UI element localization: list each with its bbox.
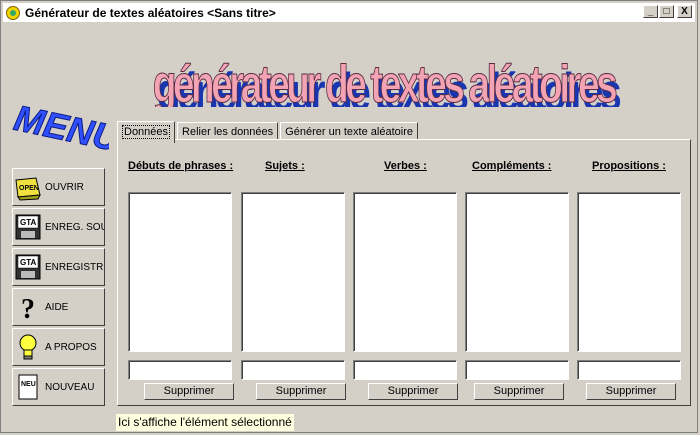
menu-logo-text: MENU <box>11 101 109 159</box>
input-sujets[interactable] <box>241 360 345 380</box>
input-propositions[interactable] <box>577 360 681 380</box>
save-button-label: ENREGISTRER <box>45 261 104 273</box>
new-document-icon: NEU <box>18 374 38 400</box>
delete-button-complements[interactable]: Supprimer <box>474 383 564 400</box>
svg-text:OPEN: OPEN <box>19 185 39 192</box>
app-window: Générateur de textes aléatoires <Sans ti… <box>0 0 698 433</box>
header-verbes: Verbes : <box>384 160 427 172</box>
list-propositions[interactable] <box>577 192 681 352</box>
data-panel: Débuts de phrases : Sujets : Verbes : Co… <box>117 139 691 406</box>
new-button-label: NOUVEAU <box>45 381 95 393</box>
header-sujets: Sujets : <box>265 160 305 172</box>
input-debuts-phrases[interactable] <box>128 360 232 380</box>
save-as-button[interactable]: GTA ENREG. SOUS <box>12 208 105 246</box>
open-button-label: OUVRIR <box>45 181 84 193</box>
tab-donnees[interactable]: Données <box>117 121 176 143</box>
lightbulb-icon <box>19 334 37 360</box>
save-as-disk-icon: GTA <box>15 214 41 240</box>
save-as-button-label: ENREG. SOUS <box>45 221 104 233</box>
help-button-label: AIDE <box>45 301 69 313</box>
header-debuts-phrases: Débuts de phrases : <box>128 160 234 172</box>
close-button[interactable]: X <box>677 5 692 18</box>
save-button[interactable]: GTA ENREGISTRER <box>12 248 105 286</box>
open-folder-icon: OPEN <box>15 177 41 201</box>
banner-title: générateur de textes aléatoires <box>153 54 618 107</box>
open-button[interactable]: OPEN OUVRIR <box>12 168 105 206</box>
list-complements[interactable] <box>465 192 569 352</box>
list-sujets[interactable] <box>241 192 345 352</box>
title-bar[interactable]: Générateur de textes aléatoires <Sans ti… <box>3 3 695 22</box>
window-title: Générateur de textes aléatoires <Sans ti… <box>25 5 276 20</box>
header-propositions: Propositions : <box>592 160 666 172</box>
delete-button-verbes[interactable]: Supprimer <box>368 383 458 400</box>
maximize-button[interactable]: □ <box>659 5 674 18</box>
svg-text:GTA: GTA <box>20 218 37 227</box>
save-disk-icon: GTA <box>15 254 41 280</box>
help-button[interactable]: ? AIDE <box>12 288 105 326</box>
svg-text:?: ? <box>21 294 35 321</box>
about-button[interactable]: A PROPOS <box>12 328 105 366</box>
list-verbes[interactable] <box>353 192 457 352</box>
header-complements: Compléments : <box>472 160 552 172</box>
banner-logo: générateur de textes aléatoires générate… <box>152 54 621 107</box>
minimize-button[interactable]: _ <box>643 5 658 18</box>
svg-text:GTA: GTA <box>20 258 37 267</box>
input-complements[interactable] <box>465 360 569 380</box>
app-icon[interactable] <box>6 5 20 20</box>
status-label: Ici s'affiche l'élément sélectionné <box>116 414 294 431</box>
delete-button-sujets[interactable]: Supprimer <box>256 383 346 400</box>
menu-logo: MENU <box>10 101 109 159</box>
delete-button-debuts-phrases[interactable]: Supprimer <box>144 383 234 400</box>
svg-text:NEU: NEU <box>21 381 36 388</box>
window-controls: _ □ X <box>643 5 692 18</box>
delete-button-propositions[interactable]: Supprimer <box>586 383 676 400</box>
about-button-label: A PROPOS <box>45 341 97 353</box>
input-verbes[interactable] <box>353 360 457 380</box>
question-mark-icon: ? <box>21 294 35 321</box>
new-button[interactable]: NEU NOUVEAU <box>12 368 105 406</box>
list-debuts-phrases[interactable] <box>128 192 232 352</box>
